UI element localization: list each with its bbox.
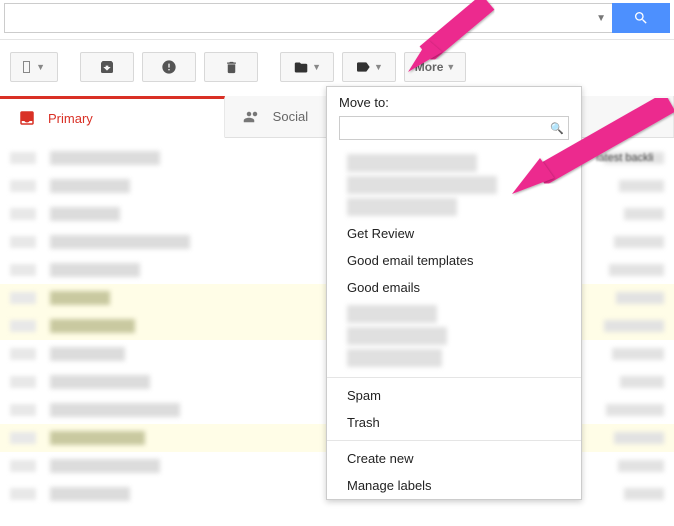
search-options-dropdown-icon[interactable]: ▼ [596, 13, 606, 24]
archive-icon [99, 59, 115, 75]
search-input-container[interactable]: ▼ [4, 3, 613, 33]
search-button[interactable] [612, 3, 670, 33]
menu-item-blurred[interactable] [347, 198, 457, 216]
chevron-down-icon: ▼ [312, 62, 321, 72]
menu-item-blurred[interactable] [347, 176, 497, 194]
menu-separator [327, 440, 581, 441]
people-icon [243, 108, 261, 126]
tab-label: Social [273, 109, 308, 124]
report-spam-button[interactable] [142, 52, 196, 82]
annotation-arrow [498, 98, 674, 208]
menu-item-blurred[interactable] [347, 349, 442, 367]
menu-separator [327, 377, 581, 378]
annotation-arrow [398, 0, 498, 86]
menu-item-blurred[interactable] [347, 154, 477, 172]
move-to-button[interactable]: ▼ [280, 52, 334, 82]
tab-primary[interactable]: Primary [0, 96, 225, 138]
menu-item-create-new[interactable]: Create new [327, 445, 581, 472]
trash-icon [224, 60, 239, 75]
archive-button[interactable] [80, 52, 134, 82]
inbox-icon [18, 109, 36, 127]
checkbox-icon [23, 61, 30, 73]
folder-icon [293, 60, 309, 75]
labels-button[interactable]: ▼ [342, 52, 396, 82]
menu-item-blurred[interactable] [347, 305, 437, 323]
tab-label: Primary [48, 111, 93, 126]
menu-item[interactable]: Good email templates [327, 247, 581, 274]
chevron-down-icon: ▼ [36, 62, 45, 72]
chevron-down-icon: ▼ [374, 62, 383, 72]
search-icon [633, 10, 649, 26]
spam-icon [161, 59, 177, 75]
select-button[interactable]: ▼ [10, 52, 58, 82]
delete-button[interactable] [204, 52, 258, 82]
menu-item-trash[interactable]: Trash [327, 409, 581, 436]
menu-item-manage-labels[interactable]: Manage labels [327, 472, 581, 499]
menu-item-blurred[interactable] [347, 327, 447, 345]
menu-item[interactable]: Get Review [327, 220, 581, 247]
menu-item-spam[interactable]: Spam [327, 382, 581, 409]
menu-item[interactable]: Good emails [327, 274, 581, 301]
label-icon [355, 59, 371, 75]
search-bar: ▼ [0, 0, 674, 40]
